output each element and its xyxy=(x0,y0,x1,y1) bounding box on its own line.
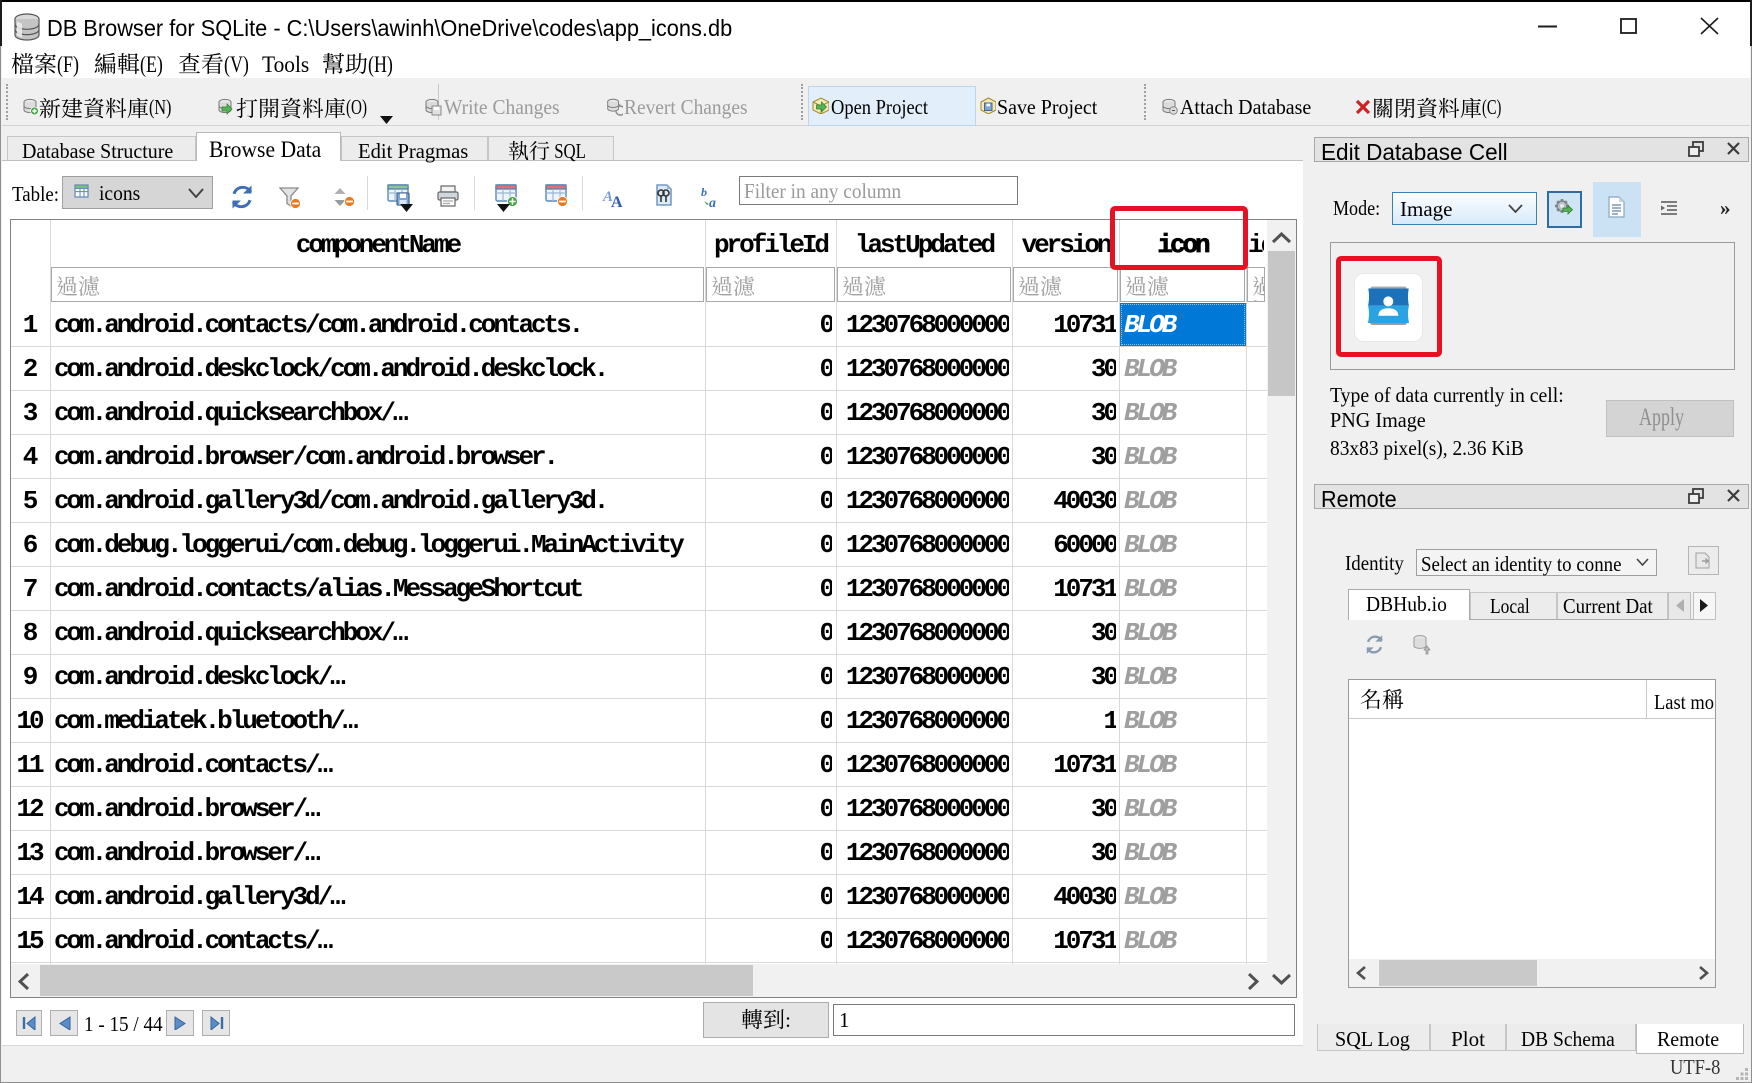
svg-text:a: a xyxy=(709,196,716,208)
svg-text:A: A xyxy=(611,194,623,208)
svg-text:b: b xyxy=(701,186,707,199)
